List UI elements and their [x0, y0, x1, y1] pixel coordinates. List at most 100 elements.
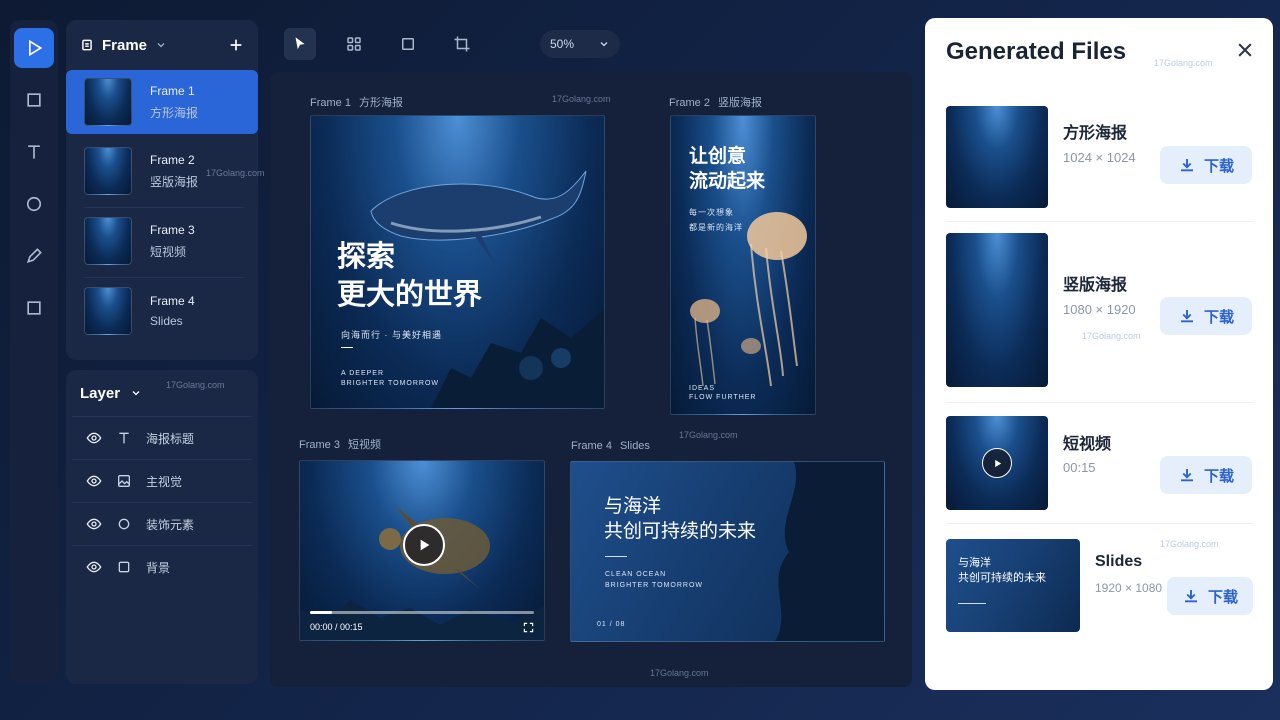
- layer-item[interactable]: 装饰元素: [72, 502, 252, 545]
- slide-title-line: 共创可持续的未来: [604, 519, 757, 542]
- play-tool-button[interactable]: [14, 28, 54, 68]
- download-icon: [1180, 310, 1193, 323]
- artboard-short-video[interactable]: 00:00 / 00:15: [299, 460, 545, 641]
- watermark: 17Golang.com: [166, 380, 225, 390]
- thumbnail-title-line: 共创可持续的未来: [958, 572, 1046, 585]
- artboard-slides[interactable]: 与海洋 共创可持续的未来 CLEAN OCEAN BRIGHTER TOMORR…: [570, 461, 885, 642]
- square-icon: [402, 38, 414, 50]
- frame-thumbnail: [84, 287, 132, 335]
- crop-tool-button[interactable]: [446, 28, 478, 60]
- file-name: 方形海报: [1063, 125, 1128, 142]
- layer-item[interactable]: 主视觉: [72, 459, 252, 502]
- divider: [605, 556, 627, 557]
- frame-label-sub: Slides: [619, 440, 650, 452]
- file-thumbnail: 与海洋 共创可持续的未来: [946, 539, 1080, 632]
- rock-illustration: [775, 462, 884, 641]
- divider: [946, 221, 1253, 222]
- poster-tagline: A DEEPER: [341, 370, 385, 377]
- slide-title: 与海洋 共创可持续的未来: [604, 494, 756, 543]
- circle-icon: [118, 518, 130, 530]
- file-name: 短视频: [1063, 436, 1112, 453]
- file-size: 1080 × 1920: [1063, 302, 1136, 317]
- tool-rail: [10, 20, 58, 684]
- download-label: 下载: [1207, 588, 1238, 606]
- frame-item-sub: 短视频: [150, 244, 187, 259]
- square-icon: [27, 301, 41, 315]
- watermark: 17Golang.com: [1154, 58, 1213, 68]
- ellipse-tool-button[interactable]: [14, 184, 54, 224]
- thumbnail-title-line: 与海洋: [958, 557, 991, 569]
- download-button[interactable]: 下载: [1160, 297, 1252, 335]
- download-button[interactable]: 下载: [1160, 456, 1252, 494]
- download-button[interactable]: 下载: [1167, 577, 1253, 615]
- play-icon: [420, 539, 430, 551]
- poster-tagline: BRIGHTER TOMORROW: [341, 380, 440, 387]
- text-tool-button[interactable]: [14, 132, 54, 172]
- layer-item-label: 装饰元素: [146, 517, 195, 532]
- square-icon: [27, 93, 41, 107]
- file-name: 竖版海报: [1063, 277, 1128, 294]
- frame-item-sub: 竖版海报: [150, 174, 199, 189]
- frame-panel-title[interactable]: Frame: [102, 37, 147, 54]
- file-name: Slides: [1095, 553, 1143, 570]
- watermark: 17Golang.com: [650, 668, 709, 678]
- play-button[interactable]: [403, 524, 445, 566]
- thumbnail-title: 与海洋 共创可持续的未来: [958, 556, 1046, 587]
- frame-list-item[interactable]: Frame 3 短视频: [66, 208, 258, 278]
- video-time: 00:00 / 00:15: [310, 622, 363, 632]
- artboard-vertical-poster[interactable]: 让创意 流动起来 每一次想象 都是新的海洋 IDEAS FLOW FURTHER: [670, 115, 816, 415]
- frame-shape-button[interactable]: [392, 28, 424, 60]
- eye-icon[interactable]: [86, 430, 102, 446]
- poster-title-line: 更大的世界: [337, 276, 483, 311]
- layer-panel-header[interactable]: Layer: [66, 370, 258, 416]
- eye-icon[interactable]: [86, 559, 102, 575]
- fullscreen-icon[interactable]: [523, 622, 534, 633]
- artboard-square-poster[interactable]: 探索 更大的世界 向海而行 · 与美好相遇 A DEEPER BRIGHTER …: [310, 115, 605, 409]
- file-size: 00:15: [1063, 460, 1096, 475]
- divider: [946, 523, 1253, 524]
- chevron-down-icon: [600, 42, 608, 47]
- download-button[interactable]: 下载: [1160, 146, 1252, 184]
- poster-title-line: 探索: [337, 239, 396, 273]
- frame-item-sub: 方形海报: [150, 105, 199, 120]
- rectangle-tool-button[interactable]: [14, 80, 54, 120]
- grid-tool-button[interactable]: [338, 28, 370, 60]
- frame-list-icon: [82, 39, 92, 51]
- frame-label-name: Frame 2: [669, 97, 710, 109]
- frame-label: Frame 3 短视频: [299, 436, 381, 452]
- poster-title-line: 流动起来: [689, 169, 766, 192]
- frame-label-sub: 短视频: [347, 439, 381, 451]
- frame-label-name: Frame 1: [310, 97, 351, 109]
- slide-title-line: 与海洋: [604, 495, 662, 517]
- file-thumbnail: [946, 416, 1048, 510]
- file-thumbnail: [946, 106, 1048, 208]
- slide-tagline: BRIGHTER TOMORROW: [605, 582, 704, 589]
- grid-icon: [347, 37, 361, 51]
- poster-subtitle: 都是新的海洋: [689, 223, 743, 232]
- canvas-toolbar: 50%: [270, 20, 912, 68]
- layer-item[interactable]: 背景: [72, 545, 252, 588]
- frame-panel: Frame Frame 1 方形海报 Frame 2 竖版海报 Frame 3 …: [66, 20, 258, 360]
- select-tool-button[interactable]: [284, 28, 316, 60]
- frame-item-name: Frame 2: [150, 152, 195, 167]
- frame-label-name: Frame 3: [299, 439, 340, 451]
- eye-icon[interactable]: [86, 473, 102, 489]
- video-progress-track[interactable]: [310, 611, 534, 614]
- add-frame-icon[interactable]: [228, 37, 244, 53]
- chevron-down-icon[interactable]: [155, 39, 167, 51]
- design-canvas[interactable]: Frame 1 方形海报 探索 更大的世界 向海而行 · 与美好相遇 A DEEP…: [270, 72, 912, 687]
- layer-item[interactable]: 海报标题: [72, 416, 252, 459]
- eye-icon[interactable]: [86, 516, 102, 532]
- frame-label: Frame 4 Slides: [571, 440, 650, 452]
- close-icon[interactable]: [1235, 40, 1255, 60]
- pen-tool-button[interactable]: [14, 236, 54, 276]
- frame-list-item[interactable]: Frame 1 方形海报: [66, 70, 258, 134]
- layer-item-label: 海报标题: [146, 431, 195, 446]
- frame-list-item[interactable]: Frame 4 Slides: [66, 278, 258, 344]
- video-progress-fill: [310, 611, 333, 614]
- zoom-select[interactable]: 50%: [540, 30, 620, 58]
- file-row: 方形海报 1024 × 1024 下载: [946, 106, 1253, 208]
- frame-tool-button[interactable]: [14, 288, 54, 328]
- download-label: 下载: [1203, 467, 1234, 485]
- divider: [958, 603, 986, 604]
